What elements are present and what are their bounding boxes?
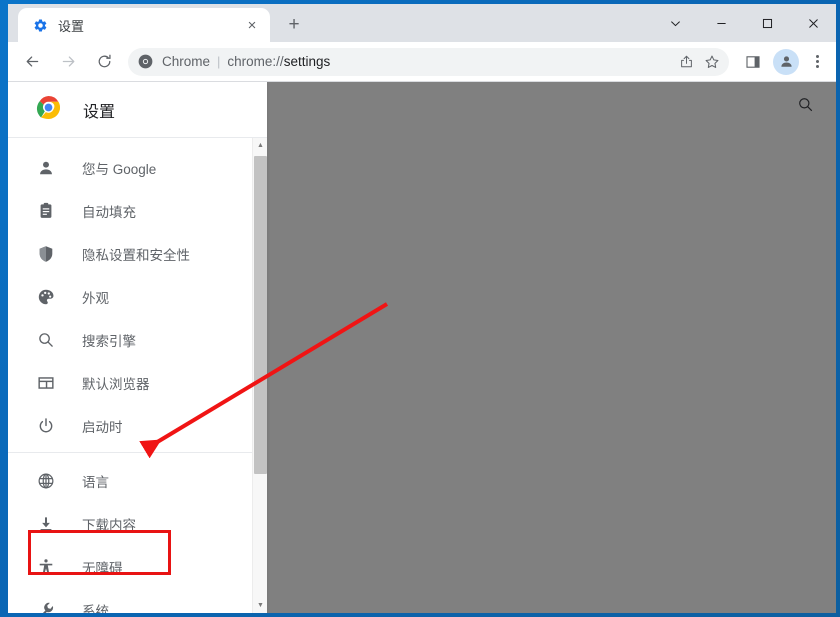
share-icon[interactable] — [673, 49, 699, 75]
sidebar-item-label: 搜索引擎 — [82, 333, 136, 349]
sidebar-scrollbar[interactable]: ▲ ▼ — [252, 138, 267, 613]
browser-window-icon — [36, 373, 56, 393]
sidebar-item-label: 系统 — [82, 603, 109, 614]
sidebar-item-appearance[interactable]: 外观 — [8, 275, 267, 318]
sidebar-item-you-and-google[interactable]: 您与 Google — [8, 146, 267, 189]
accessibility-icon — [36, 557, 56, 577]
settings-search-icon[interactable] — [797, 96, 814, 118]
omnibox-url-page: settings — [283, 54, 331, 69]
sidebar-item-search-engine[interactable]: 搜索引擎 — [8, 318, 267, 361]
settings-sidebar: 设置 您与 Google 自动填充 隐私设置和安全性 外观 搜索引擎 默认浏览器… — [8, 82, 267, 613]
tab-close-icon[interactable]: × — [242, 15, 262, 35]
kebab-dot — [815, 65, 819, 68]
sidebar-item-label: 自动填充 — [82, 204, 136, 220]
wrench-icon — [36, 600, 56, 613]
chrome-logo-icon — [36, 95, 61, 125]
sidebar-item-languages[interactable]: 语言 — [8, 459, 267, 502]
sidebar-item-label: 您与 Google — [82, 161, 157, 177]
kebab-dot — [815, 55, 819, 58]
download-icon — [36, 514, 56, 534]
sidebar-item-label: 外观 — [82, 290, 109, 306]
sidebar-item-autofill[interactable]: 自动填充 — [8, 189, 267, 232]
omnibox-separator: | — [217, 54, 221, 69]
sidebar-item-accessibility[interactable]: 无障碍 — [8, 545, 267, 588]
autofill-icon — [36, 201, 56, 221]
sidebar-divider — [8, 452, 267, 453]
settings-nav-list: 您与 Google 自动填充 隐私设置和安全性 外观 搜索引擎 默认浏览器 启动… — [8, 138, 267, 613]
tab-title: 设置 — [58, 18, 85, 34]
sidebar-item-system[interactable]: 系统 — [8, 588, 267, 613]
sidebar-item-label: 启动时 — [82, 419, 123, 435]
sidebar-item-label: 默认浏览器 — [82, 376, 150, 392]
new-tab-button[interactable]: + — [280, 11, 308, 39]
kebab-menu-icon[interactable] — [804, 47, 830, 77]
sidebar-item-default-browser[interactable]: 默认浏览器 — [8, 361, 267, 404]
sidebar-item-label: 无障碍 — [82, 560, 123, 576]
settings-gear-icon — [32, 17, 48, 33]
minimize-icon[interactable] — [698, 4, 744, 42]
person-icon — [36, 158, 56, 178]
kebab-dot — [815, 60, 819, 63]
tab-search-chevron-down-icon[interactable] — [652, 4, 698, 42]
palette-icon — [36, 287, 56, 307]
scrollbar-down-arrow-icon[interactable]: ▼ — [253, 598, 267, 613]
tab-strip: 设置 × + — [8, 4, 836, 42]
sidebar-item-label: 语言 — [82, 474, 109, 490]
forward-arrow-icon[interactable] — [53, 47, 83, 77]
globe-icon — [36, 471, 56, 491]
sidebar-item-privacy-security[interactable]: 隐私设置和安全性 — [8, 232, 267, 275]
power-icon — [36, 416, 56, 436]
scrollbar-thumb[interactable] — [254, 156, 267, 474]
sidebar-item-label: 隐私设置和安全性 — [82, 247, 190, 263]
omnibox-scheme-chip: Chrome — [162, 54, 211, 69]
profile-avatar[interactable] — [773, 48, 799, 75]
reload-icon[interactable] — [89, 47, 119, 77]
side-panel-icon[interactable] — [738, 47, 768, 77]
browser-tab-settings[interactable]: 设置 × — [18, 8, 270, 42]
scrollbar-up-arrow-icon[interactable]: ▲ — [253, 138, 267, 153]
sidebar-item-on-startup[interactable]: 启动时 — [8, 404, 267, 447]
maximize-icon[interactable] — [744, 4, 790, 42]
bookmark-star-icon[interactable] — [699, 49, 725, 75]
back-arrow-icon[interactable] — [17, 47, 47, 77]
omnibox-url-prefix: chrome:// — [227, 54, 284, 69]
chrome-logo-icon — [138, 54, 154, 70]
browser-window: 设置 × + Chrome | chrome://settings 设置 您与 … — [8, 4, 836, 613]
sidebar-item-label: 下载内容 — [82, 517, 136, 533]
omnibox-url: chrome://settings — [227, 54, 330, 69]
search-icon — [36, 330, 56, 350]
address-bar[interactable]: Chrome | chrome://settings — [128, 47, 729, 76]
omnibox-actions — [673, 49, 725, 75]
sidebar-item-downloads[interactable]: 下载内容 — [8, 502, 267, 545]
shield-icon — [36, 244, 56, 264]
settings-sidebar-header: 设置 — [8, 82, 267, 138]
settings-page: 开启同步功能和 Google 智能技术 登录后即可跨设备同步并个性化设置 Chr… — [8, 82, 836, 613]
settings-sidebar-title: 设置 — [83, 103, 116, 121]
close-icon[interactable] — [790, 4, 836, 42]
window-controls — [652, 4, 836, 42]
browser-toolbar: Chrome | chrome://settings — [8, 42, 836, 82]
